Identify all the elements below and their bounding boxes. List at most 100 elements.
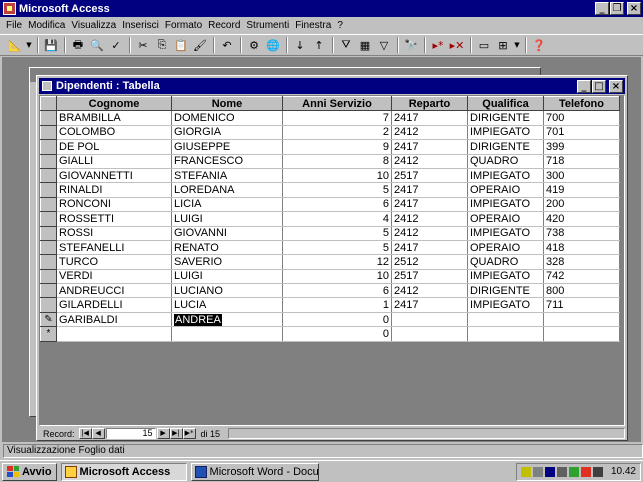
cell-nome[interactable] xyxy=(171,326,283,342)
cell-cognome[interactable]: COLOMBO xyxy=(56,125,172,141)
save-icon[interactable]: 💾 xyxy=(42,36,60,54)
filter-by-selection-icon[interactable]: ⛛ xyxy=(337,36,355,54)
record-selector[interactable] xyxy=(40,297,57,313)
menu-modifica[interactable]: Modifica xyxy=(28,20,65,31)
cell-reparto[interactable]: 2512 xyxy=(391,254,468,270)
cell-nome[interactable]: LICIA xyxy=(171,197,283,213)
cell-nome[interactable]: STEFANIA xyxy=(171,168,283,184)
cell-qualifica[interactable]: DIRIGENTE xyxy=(467,139,544,155)
cell-qualifica[interactable]: OPERAIO xyxy=(467,211,544,227)
cell-qualifica[interactable]: OPERAIO xyxy=(467,240,544,256)
new-record-button[interactable]: ▶* xyxy=(182,428,196,439)
cell-telefono[interactable]: 738 xyxy=(543,226,620,241)
column-header-reparto[interactable]: Reparto xyxy=(391,96,468,112)
cell-anni-servizio[interactable]: 6 xyxy=(282,283,392,299)
column-header-cognome[interactable]: Cognome xyxy=(56,96,172,112)
cell-cognome[interactable]: GARIBALDI xyxy=(56,312,172,328)
cell-nome[interactable]: DOMENICO xyxy=(171,110,283,126)
cell-anni-servizio[interactable]: 10 xyxy=(282,269,392,285)
filter-by-form-icon[interactable]: ▦ xyxy=(356,36,374,54)
record-selector[interactable] xyxy=(40,110,57,126)
cell-reparto[interactable]: 2417 xyxy=(391,197,468,213)
office-assistant-icon[interactable]: ❓ xyxy=(530,36,548,54)
cell-cognome[interactable]: RINALDI xyxy=(56,182,172,198)
selected-text[interactable]: ANDREA xyxy=(174,313,222,326)
cell-nome[interactable]: LOREDANA xyxy=(171,182,283,198)
cell-qualifica[interactable]: IMPIEGATO xyxy=(467,197,544,213)
cell-telefono[interactable]: 420 xyxy=(543,211,620,227)
cell-anni-servizio[interactable]: 8 xyxy=(282,154,392,169)
view-dropdown-icon[interactable]: ▼ xyxy=(25,36,33,54)
print-preview-icon[interactable]: 🔍 xyxy=(88,36,106,54)
cell-reparto[interactable] xyxy=(391,312,468,328)
app-minimize-button[interactable]: _ xyxy=(595,2,609,15)
new-object-dropdown-icon[interactable]: ▼ xyxy=(513,36,521,54)
menu-file[interactable]: File xyxy=(6,20,22,31)
previous-record-button[interactable]: ◀ xyxy=(91,428,105,439)
access-app-icon[interactable] xyxy=(3,2,16,15)
print-icon[interactable]: 🖶 xyxy=(69,36,87,54)
cell-telefono[interactable]: 800 xyxy=(543,283,620,299)
spelling-icon[interactable]: ✓ xyxy=(107,36,125,54)
cell-telefono[interactable]: 300 xyxy=(543,168,620,184)
cell-telefono[interactable]: 742 xyxy=(543,269,620,285)
delete-record-icon[interactable]: ▸✕ xyxy=(448,36,466,54)
apply-filter-icon[interactable]: ▽ xyxy=(375,36,393,54)
cell-qualifica[interactable]: DIRIGENTE xyxy=(467,110,544,126)
cell-telefono[interactable]: 418 xyxy=(543,240,620,256)
cell-anni-servizio[interactable]: 5 xyxy=(282,182,392,198)
cell-nome[interactable]: GIUSEPPE xyxy=(171,139,283,155)
menu-visualizza[interactable]: Visualizza xyxy=(71,20,116,31)
menu-help[interactable]: ? xyxy=(337,20,343,31)
new-object-icon[interactable]: ⊞ xyxy=(494,36,512,54)
cell-reparto[interactable]: 2412 xyxy=(391,154,468,169)
tray-security-icon[interactable] xyxy=(580,466,591,477)
record-selector[interactable] xyxy=(40,268,57,285)
app-restore-button[interactable]: ❐ xyxy=(610,2,624,15)
first-record-button[interactable]: |◀ xyxy=(78,428,92,439)
cell-nome[interactable]: GIORGIA xyxy=(171,125,283,141)
cell-anni-servizio[interactable]: 0 xyxy=(282,312,392,328)
cell-qualifica[interactable]: IMPIEGATO xyxy=(467,168,544,184)
sort-ascending-icon[interactable]: ↓ xyxy=(291,36,309,54)
record-selector[interactable] xyxy=(40,254,57,270)
menu-record[interactable]: Record xyxy=(208,20,240,31)
cell-cognome[interactable]: DE POL xyxy=(56,139,172,155)
taskbar-word-button[interactable]: Microsoft Word - Documen... xyxy=(190,462,319,481)
cell-cognome[interactable]: ROSSETTI xyxy=(56,211,172,227)
record-selector[interactable] xyxy=(40,167,57,184)
tray-network-icon[interactable] xyxy=(520,466,531,477)
menu-formato[interactable]: Formato xyxy=(165,20,202,31)
paste-icon[interactable]: 📋 xyxy=(172,36,190,54)
cell-cognome[interactable]: ROSSI xyxy=(56,226,172,241)
cell-reparto[interactable]: 2417 xyxy=(391,110,468,126)
cell-reparto[interactable]: 2517 xyxy=(391,269,468,285)
record-selector[interactable] xyxy=(40,153,57,169)
cell-reparto[interactable]: 2412 xyxy=(391,226,468,241)
menu-strumenti[interactable]: Strumenti xyxy=(246,20,289,31)
horizontal-scrollbar[interactable] xyxy=(228,428,625,439)
cell-qualifica[interactable]: QUADRO xyxy=(467,254,544,270)
cell-cognome[interactable]: GILARDELLI xyxy=(56,297,172,313)
cell-nome[interactable]: LUCIANO xyxy=(171,283,283,299)
cell-anni-servizio[interactable]: 6 xyxy=(282,197,392,213)
cell-reparto[interactable]: 2417 xyxy=(391,182,468,198)
cell-nome[interactable]: LUIGI xyxy=(171,269,283,285)
cell-cognome[interactable] xyxy=(56,326,172,342)
cell-nome[interactable]: GIOVANNI xyxy=(171,226,283,241)
cell-anni-servizio[interactable]: 0 xyxy=(282,326,392,342)
cell-anni-servizio[interactable]: 2 xyxy=(282,125,392,141)
cell-cognome[interactable]: STEFANELLI xyxy=(56,240,172,256)
cell-reparto[interactable]: 2417 xyxy=(391,139,468,155)
record-selector[interactable] xyxy=(40,196,57,213)
cell-anni-servizio[interactable]: 5 xyxy=(282,226,392,241)
tray-app-icon[interactable] xyxy=(568,466,579,477)
column-header-anni-servizio[interactable]: Anni Servizio xyxy=(282,96,392,112)
record-selector[interactable] xyxy=(40,225,57,241)
hyperlink-icon[interactable]: 🌐 xyxy=(264,36,282,54)
cell-anni-servizio[interactable]: 7 xyxy=(282,110,392,126)
cell-reparto[interactable]: 2412 xyxy=(391,125,468,141)
table-minimize-button[interactable]: _ xyxy=(577,79,591,93)
cell-telefono[interactable]: 700 xyxy=(543,110,620,126)
undo-icon[interactable]: ↶ xyxy=(218,36,236,54)
